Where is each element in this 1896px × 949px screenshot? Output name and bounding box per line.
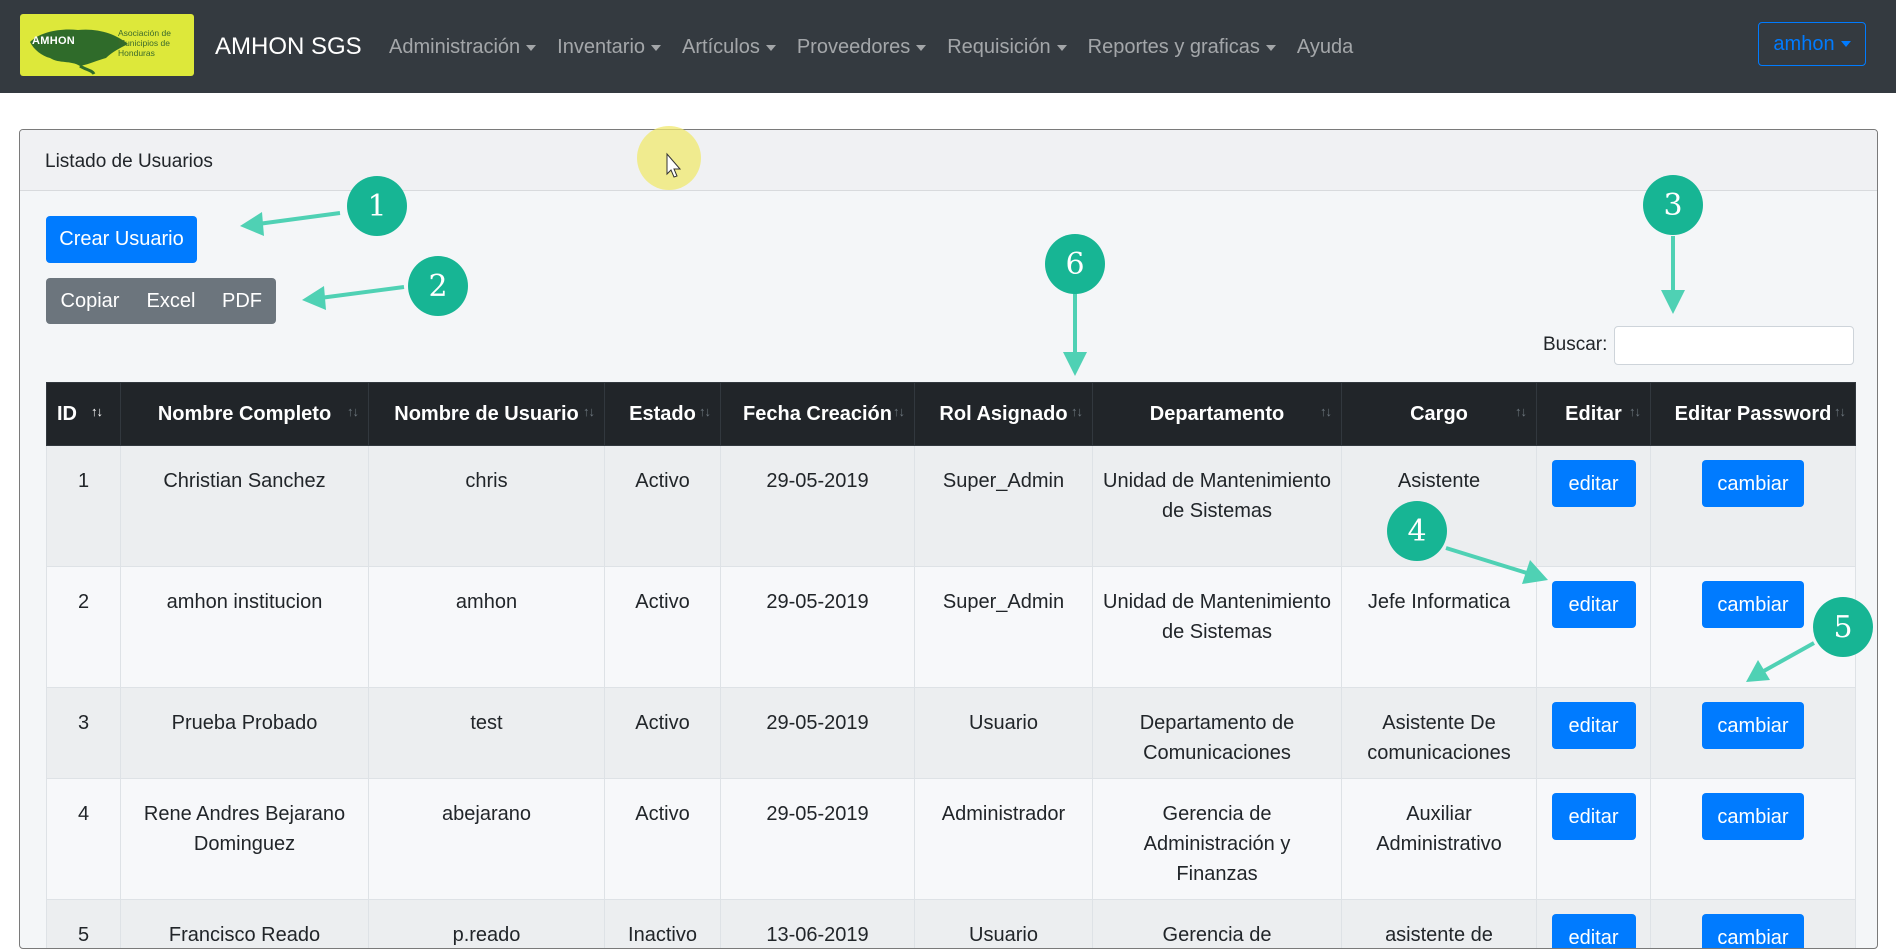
mouse-pointer-icon bbox=[667, 154, 680, 177]
annotation-marker-1: 1 bbox=[347, 176, 407, 236]
annotation-arrows bbox=[0, 0, 1896, 935]
annotation-marker-6: 6 bbox=[1045, 234, 1105, 294]
annotation-marker-3: 3 bbox=[1643, 175, 1703, 235]
annotation-marker-2: 2 bbox=[408, 256, 468, 316]
annotation-marker-4: 4 bbox=[1387, 501, 1447, 561]
annotation-marker-5: 5 bbox=[1813, 597, 1873, 657]
